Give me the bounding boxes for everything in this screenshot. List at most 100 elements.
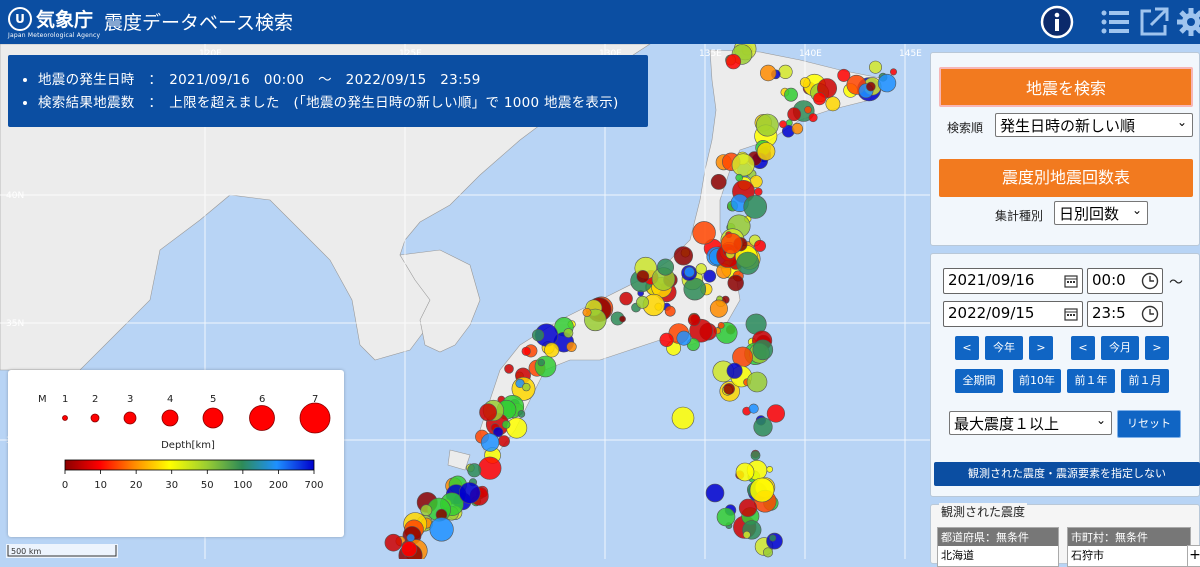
this-year-button[interactable]: 今年 bbox=[985, 336, 1023, 360]
earthquake-marker[interactable] bbox=[743, 195, 768, 219]
earthquake-marker[interactable] bbox=[762, 547, 773, 558]
earthquake-marker[interactable] bbox=[766, 404, 786, 423]
earthquake-marker[interactable] bbox=[582, 307, 592, 317]
earthquake-marker[interactable] bbox=[429, 517, 454, 542]
earthquake-marker[interactable] bbox=[692, 221, 716, 245]
earthquake-marker[interactable] bbox=[877, 73, 897, 93]
prev-10-years-button[interactable]: 前10年 bbox=[1013, 369, 1061, 393]
earthquake-marker[interactable] bbox=[717, 321, 725, 329]
earthquake-marker[interactable] bbox=[725, 53, 742, 70]
earthquake-marker[interactable] bbox=[534, 355, 557, 378]
earthquake-marker[interactable] bbox=[755, 113, 779, 137]
earthquake-marker[interactable] bbox=[687, 313, 701, 327]
earthquake-marker[interactable] bbox=[738, 498, 758, 518]
earthquake-marker[interactable] bbox=[684, 266, 695, 278]
earthquake-marker[interactable] bbox=[401, 541, 418, 558]
earthquake-marker[interactable] bbox=[384, 533, 403, 552]
all-period-button[interactable]: 全期間 bbox=[955, 369, 1003, 393]
earthquake-marker[interactable] bbox=[406, 533, 415, 542]
earthquake-marker[interactable] bbox=[671, 406, 695, 430]
earthquake-marker[interactable] bbox=[521, 346, 531, 356]
earthquake-marker[interactable] bbox=[504, 363, 514, 374]
earthquake-marker[interactable] bbox=[480, 433, 500, 452]
earthquake-marker[interactable] bbox=[750, 450, 761, 461]
earthquake-marker[interactable] bbox=[785, 119, 793, 127]
earthquake-marker[interactable] bbox=[778, 64, 793, 79]
list-icon[interactable] bbox=[1098, 5, 1132, 39]
earthquake-marker[interactable] bbox=[759, 64, 777, 82]
city-list[interactable]: 市町村：無条件 石狩市 bbox=[1067, 527, 1191, 567]
earthquake-marker[interactable] bbox=[705, 483, 725, 503]
calendar-icon[interactable] bbox=[1064, 307, 1078, 321]
earthquake-marker[interactable] bbox=[683, 277, 707, 301]
prefecture-list[interactable]: 都道府県：無条件 北海道 bbox=[937, 527, 1059, 567]
prev-year-button[interactable]: < bbox=[955, 336, 979, 360]
earthquake-marker[interactable] bbox=[784, 87, 798, 102]
earthquake-marker[interactable] bbox=[804, 106, 812, 114]
info-icon[interactable] bbox=[1040, 5, 1074, 39]
earthquake-marker[interactable] bbox=[659, 332, 674, 348]
earthquake-marker[interactable] bbox=[735, 173, 744, 182]
earthquake-marker[interactable] bbox=[753, 417, 773, 437]
sort-select[interactable]: 発生日時の新しい順 ⌄ bbox=[995, 113, 1193, 137]
earthquake-marker[interactable] bbox=[619, 291, 633, 306]
start-time-input[interactable]: 00:0 bbox=[1087, 268, 1163, 294]
earthquake-marker[interactable] bbox=[563, 328, 574, 338]
earthquake-marker[interactable] bbox=[808, 113, 818, 123]
earthquake-marker[interactable] bbox=[544, 342, 560, 358]
start-date-input[interactable]: 2021/09/16 bbox=[943, 268, 1083, 294]
earthquake-marker[interactable] bbox=[752, 339, 774, 361]
intensity-count-table-button[interactable]: 震度別地震回数表 bbox=[939, 159, 1193, 197]
earthquake-marker[interactable] bbox=[799, 77, 811, 88]
earthquake-marker[interactable] bbox=[748, 403, 759, 414]
clock-icon[interactable] bbox=[1141, 272, 1159, 290]
earthquake-marker[interactable] bbox=[727, 274, 744, 292]
earthquake-marker[interactable] bbox=[506, 417, 528, 439]
earthquake-marker[interactable] bbox=[636, 270, 650, 283]
earthquake-marker[interactable] bbox=[726, 362, 743, 379]
external-link-icon[interactable] bbox=[1137, 5, 1171, 39]
earthquake-marker[interactable] bbox=[537, 358, 545, 367]
prev-1-year-button[interactable]: 前１年 bbox=[1067, 369, 1115, 393]
earthquake-marker[interactable] bbox=[735, 462, 755, 482]
earthquake-marker[interactable] bbox=[769, 534, 777, 542]
earthquake-marker[interactable] bbox=[522, 382, 531, 392]
earthquake-marker[interactable] bbox=[736, 251, 760, 275]
earthquake-marker[interactable] bbox=[517, 410, 526, 418]
earthquake-marker[interactable] bbox=[710, 173, 727, 190]
earthquake-marker[interactable] bbox=[676, 330, 692, 346]
earthquake-marker[interactable] bbox=[813, 92, 827, 106]
earthquake-marker[interactable] bbox=[656, 258, 674, 276]
earthquake-marker[interactable] bbox=[420, 504, 433, 517]
next-year-button[interactable]: > bbox=[1029, 336, 1053, 360]
next-month-button[interactable]: > bbox=[1145, 336, 1169, 360]
earthquake-marker[interactable] bbox=[865, 81, 876, 92]
earthquake-marker[interactable] bbox=[754, 187, 763, 196]
earthquake-marker[interactable] bbox=[825, 96, 841, 112]
end-time-input[interactable]: 23:5 bbox=[1087, 301, 1163, 327]
prev-1-month-button[interactable]: 前１月 bbox=[1121, 369, 1169, 393]
earthquake-marker[interactable] bbox=[756, 142, 776, 161]
earthquake-marker[interactable] bbox=[664, 305, 676, 317]
earthquake-marker[interactable] bbox=[746, 371, 768, 393]
earthquake-marker[interactable] bbox=[636, 295, 649, 309]
max-intensity-select[interactable]: 最大震度１以上 ⌄ bbox=[949, 411, 1112, 435]
prefecture-list-header[interactable]: 都道府県：無条件 bbox=[938, 528, 1058, 546]
this-month-button[interactable]: 今月 bbox=[1101, 336, 1139, 360]
no-observation-spec-button[interactable]: 観測された震度・震源要素を指定しない bbox=[934, 462, 1200, 486]
earthquake-marker[interactable] bbox=[720, 232, 743, 255]
earthquake-marker[interactable] bbox=[695, 263, 707, 275]
earthquake-marker[interactable] bbox=[498, 435, 510, 447]
gear-icon[interactable] bbox=[1174, 5, 1200, 39]
aggregate-select[interactable]: 日別回数 ⌄ bbox=[1054, 201, 1148, 225]
earthquake-marker[interactable] bbox=[766, 465, 774, 473]
clock-icon[interactable] bbox=[1141, 305, 1159, 323]
city-list-header[interactable]: 市町村：無条件 bbox=[1068, 528, 1190, 546]
calendar-icon[interactable] bbox=[1064, 274, 1078, 288]
earthquake-marker[interactable] bbox=[619, 315, 626, 323]
earthquake-marker[interactable] bbox=[868, 60, 882, 74]
earthquake-marker[interactable] bbox=[753, 239, 766, 252]
earthquake-marker[interactable] bbox=[467, 463, 482, 478]
earthquake-marker[interactable] bbox=[478, 456, 502, 480]
earthquake-marker[interactable] bbox=[566, 341, 577, 352]
